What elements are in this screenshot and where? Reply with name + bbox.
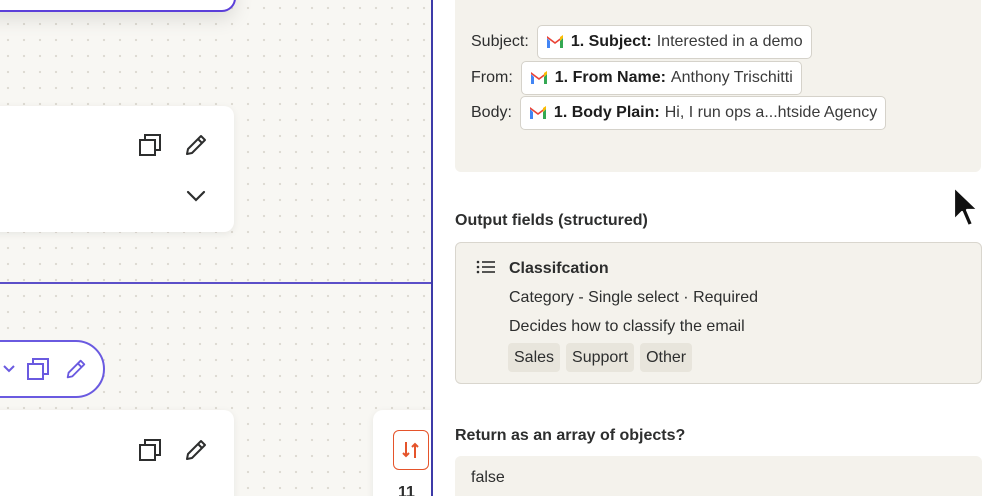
token-key: 1. Body Plain: <box>553 104 660 121</box>
gmail-icon <box>529 106 547 120</box>
field-type: Category - Single select · Required <box>509 289 759 306</box>
field-description: Decides how to classify the email <box>509 318 745 335</box>
option-chip: Support <box>566 343 635 372</box>
return-array-value-field[interactable]: false <box>455 456 982 496</box>
token-key: 1. Subject: <box>570 33 652 50</box>
pencil-icon[interactable] <box>181 130 211 160</box>
list-icon <box>476 259 496 280</box>
token-value: Anthony Trischitti <box>670 69 793 86</box>
chevron-down-icon[interactable] <box>181 181 211 211</box>
gmail-icon <box>546 35 564 49</box>
workflow-canvas[interactable]: 11 <box>0 0 432 496</box>
option-chip: Other <box>640 343 693 372</box>
mapping-label: From: <box>471 69 513 86</box>
field-name: Classifcation <box>509 260 609 277</box>
token-value: Interested in a demo <box>656 33 803 50</box>
output-fields-title: Output fields (structured) <box>455 212 648 229</box>
return-array-value: false <box>471 469 505 486</box>
mouse-cursor-icon <box>952 185 980 228</box>
mapping-row-body: Body: 1. Body Plain: Hi, I run ops a...h… <box>471 96 887 130</box>
step-number: 11 <box>398 484 415 496</box>
step-card[interactable] <box>0 106 234 232</box>
step-toolbar[interactable] <box>0 340 105 398</box>
duplicate-icon[interactable] <box>23 354 53 384</box>
mapping-row-subject: Subject: 1. Subject: Interested in a dem… <box>471 25 812 59</box>
field-options: Sales Support Other <box>508 343 693 372</box>
sort-arrows-icon <box>393 430 429 470</box>
return-array-title: Return as an array of objects? <box>455 427 686 444</box>
token-value: Hi, I run ops a...htside Agency <box>664 104 878 121</box>
output-field-card[interactable]: Classifcation Category - Single select ·… <box>455 242 982 384</box>
duplicate-icon[interactable] <box>135 130 165 160</box>
mapped-field-token[interactable]: 1. From Name: Anthony Trischitti <box>520 61 802 95</box>
mapping-row-from: From: 1. From Name: Anthony Trischitti <box>471 61 802 95</box>
mapped-field-token[interactable]: 1. Body Plain: Hi, I run ops a...htside … <box>519 96 887 130</box>
pencil-icon[interactable] <box>181 435 211 465</box>
option-chip: Sales <box>508 343 561 372</box>
mapped-field-token[interactable]: 1. Subject: Interested in a demo <box>536 25 812 59</box>
token-key: 1. From Name: <box>554 69 666 86</box>
step-config-panel: Subject: 1. Subject: Interested in a dem… <box>431 0 985 496</box>
input-mapping-box: Subject: 1. Subject: Interested in a dem… <box>455 0 981 172</box>
gmail-icon <box>530 71 548 85</box>
chevron-down-icon[interactable] <box>0 354 24 384</box>
duplicate-icon[interactable] <box>135 435 165 465</box>
selected-step-card[interactable] <box>0 0 236 12</box>
selection-divider <box>0 282 432 284</box>
mapping-label: Body: <box>471 104 512 121</box>
step-card[interactable] <box>0 410 234 496</box>
pencil-icon[interactable] <box>61 354 91 384</box>
mapping-label: Subject: <box>471 33 529 50</box>
